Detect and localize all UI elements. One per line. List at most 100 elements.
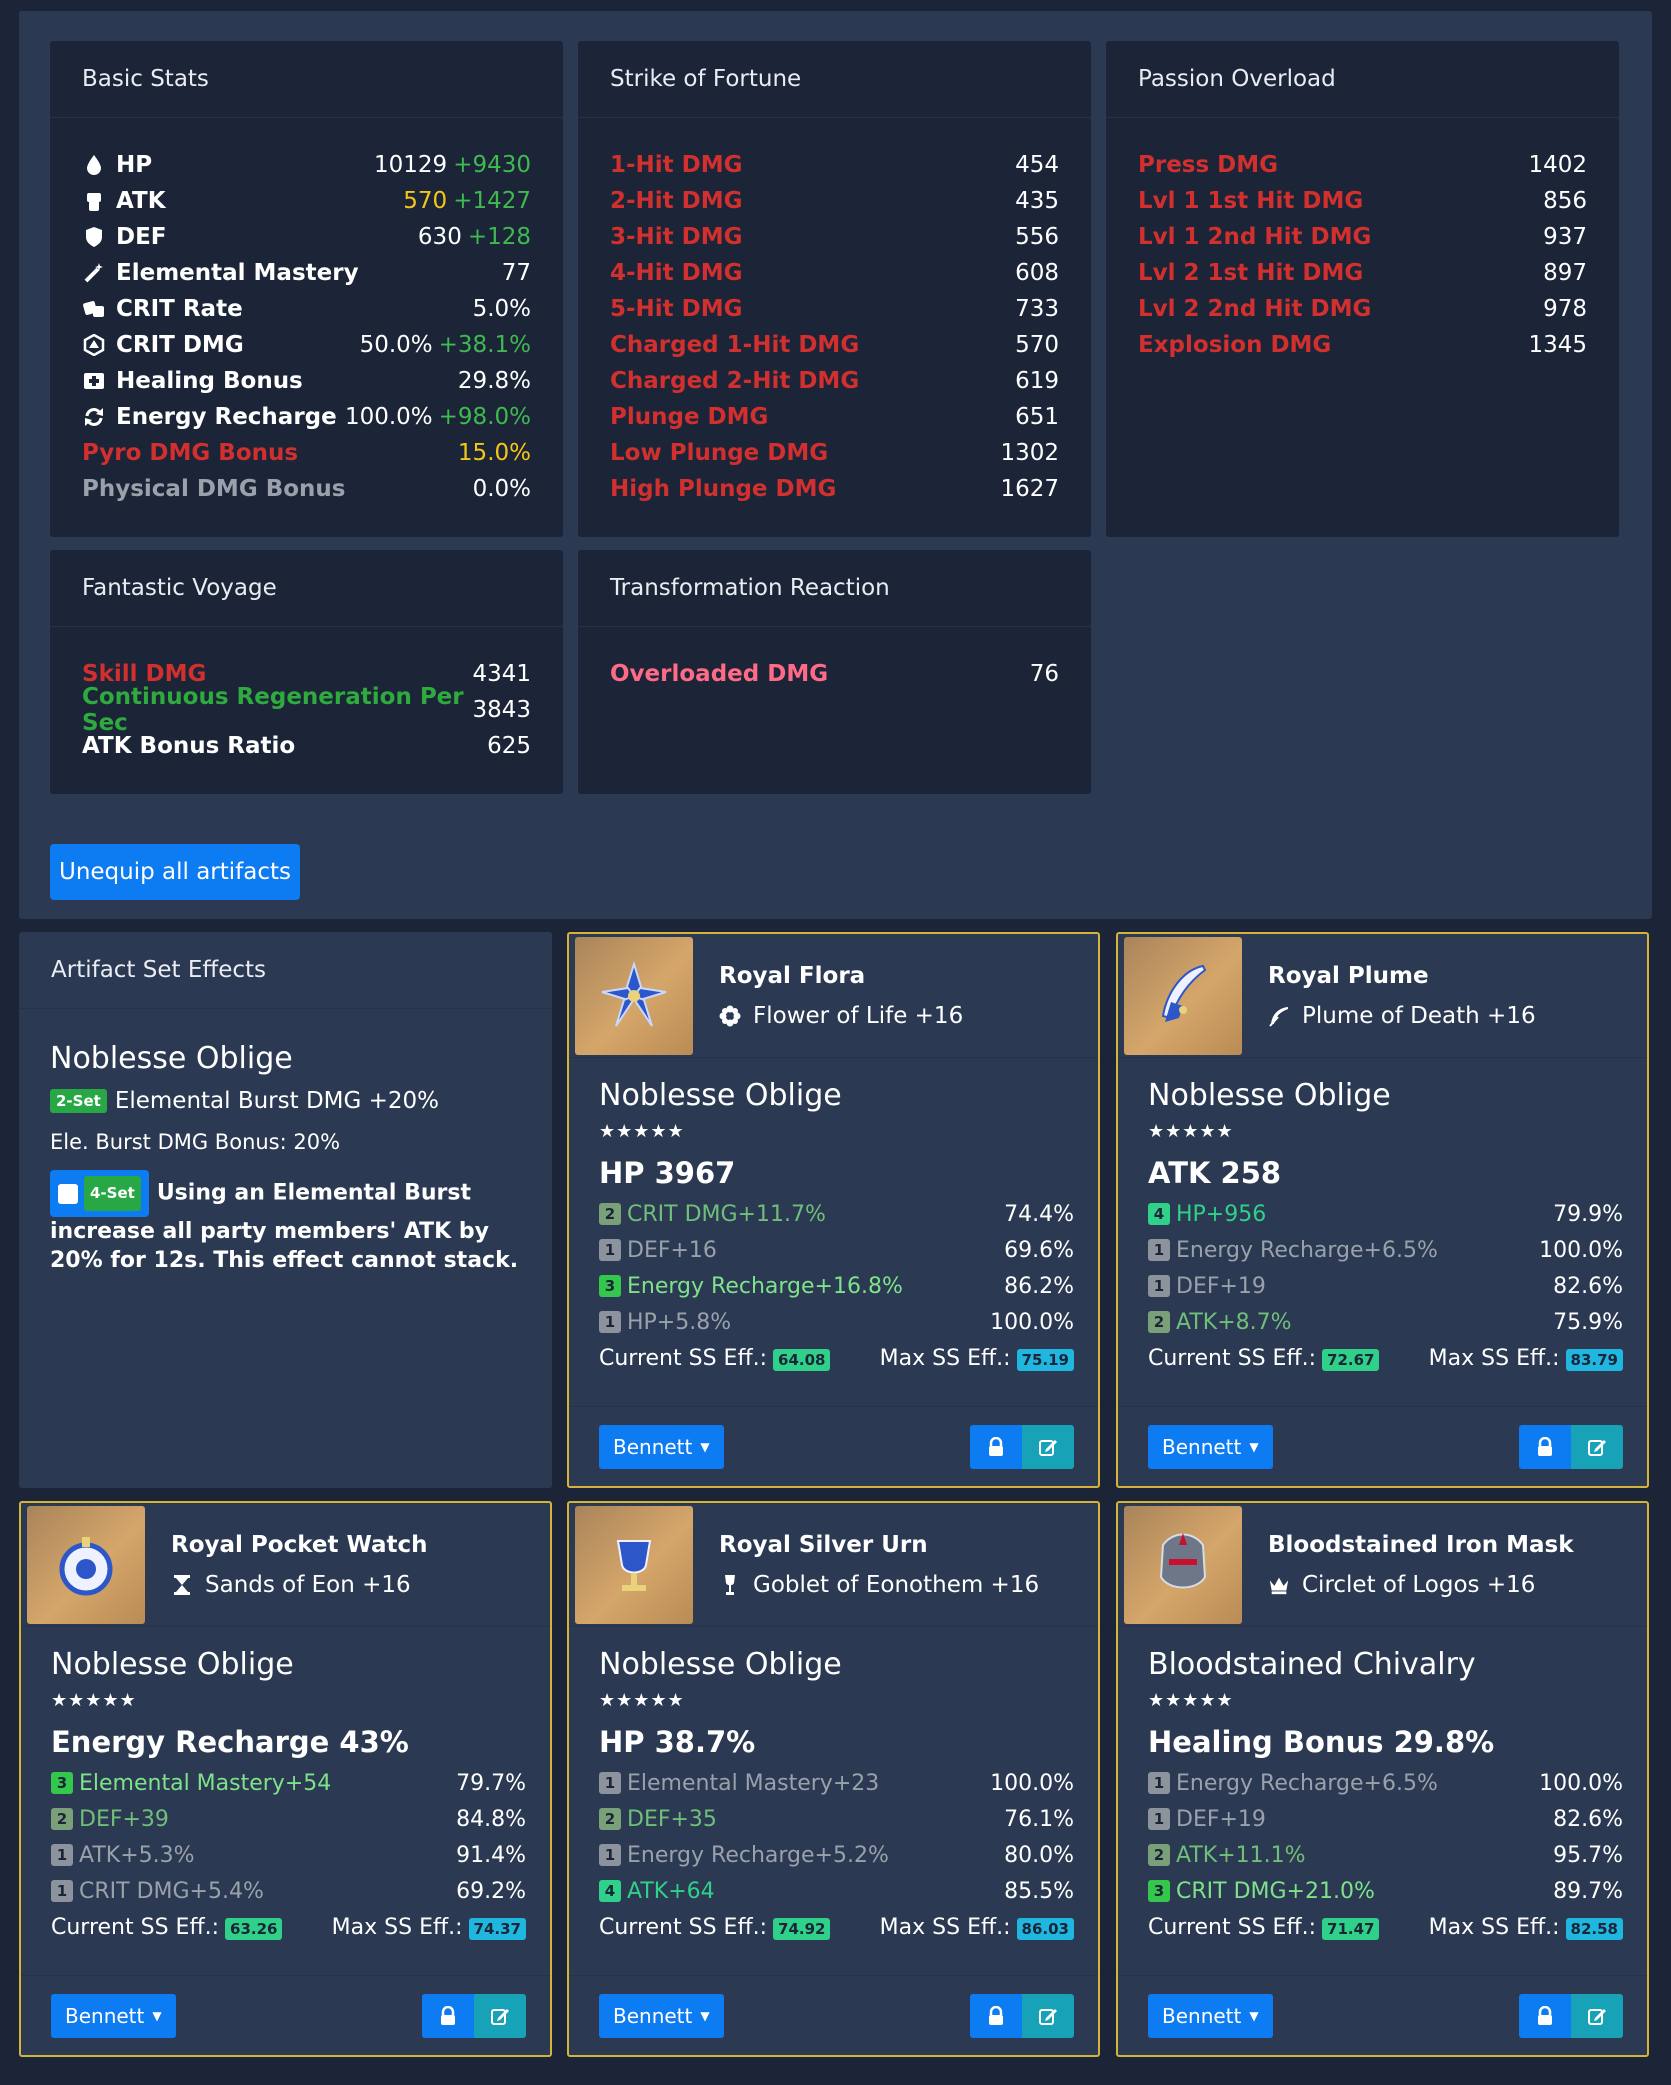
equip-character-dropdown[interactable]: Bennett ▼	[1148, 1424, 1273, 1469]
current-eff-badge: 74.92	[773, 1917, 831, 1940]
current-eff-badge: 71.47	[1322, 1917, 1380, 1940]
d20-icon	[82, 333, 106, 357]
dmg-label: 5-Hit DMG	[610, 296, 743, 322]
card-title: Basic Stats	[50, 41, 563, 118]
substat-pct: 100.0%	[990, 1770, 1074, 1796]
stat-row-crit-rate: CRIT Rate 5.0%	[82, 291, 531, 327]
dice-icon	[82, 297, 106, 321]
stat-label: ATK	[116, 188, 166, 214]
dmg-value: 625	[487, 733, 531, 759]
substat-row: 1 Energy Recharge+6.5% 100.0%	[1148, 1765, 1623, 1801]
substat-row: 3 CRIT DMG+21.0% 89.7%	[1148, 1873, 1623, 1909]
edit-button[interactable]	[1022, 1993, 1074, 2038]
substat-pct: 76.1%	[1004, 1806, 1074, 1832]
substat-row: 1 DEF+19 82.6%	[1148, 1268, 1623, 1304]
lock-button[interactable]	[970, 1424, 1022, 1469]
dmg-row: Lvl 1 2nd Hit DMG 937	[1138, 219, 1587, 255]
current-eff-badge: 72.67	[1322, 1348, 1380, 1371]
dmg-label: ATK Bonus Ratio	[82, 733, 296, 759]
lock-button[interactable]	[422, 1993, 474, 2038]
substat-text: Energy Recharge+16.8%	[627, 1273, 903, 1299]
edit-button[interactable]	[1571, 1424, 1623, 1469]
substat-pct: 95.7%	[1553, 1842, 1623, 1868]
roll-count: 3	[51, 1772, 73, 1794]
current-eff-label: Current SS Eff.:	[599, 1914, 768, 1940]
dmg-row: Press DMG 1402	[1138, 147, 1587, 183]
fantastic-voyage-card: Fantastic Voyage Skill DMG 4341 Continuou…	[50, 550, 563, 794]
artifact-slot: Goblet of Eonothem +16	[753, 1571, 1040, 1598]
artifact-set-name: Noblesse Oblige	[1148, 1078, 1391, 1113]
four-set-toggle[interactable]: 4-Set	[50, 1170, 149, 1217]
dmg-value: 619	[1015, 368, 1059, 394]
dmg-label: Explosion DMG	[1138, 332, 1332, 358]
efficiency-row: Current SS Eff.: 71.47 Max SS Eff.: 82.58	[1148, 1909, 1623, 1945]
artifact-set-name: Bloodstained Chivalry	[1148, 1647, 1476, 1682]
edit-button[interactable]	[474, 1993, 526, 2038]
max-eff-label: Max SS Eff.:	[1428, 1345, 1560, 1371]
goblet-icon	[719, 1574, 741, 1596]
artifact-name: Bloodstained Iron Mask	[1268, 1531, 1574, 1558]
dmg-value: 76	[1029, 661, 1059, 687]
substat-pct: 100.0%	[990, 1309, 1074, 1335]
artifact-set-name: Noblesse Oblige	[51, 1647, 294, 1682]
artifact-name: Royal Plume	[1268, 962, 1429, 989]
owner-name: Bennett	[613, 1434, 693, 1459]
edit-button[interactable]	[1571, 1993, 1623, 2038]
lock-icon	[989, 1436, 1003, 1456]
equip-character-dropdown[interactable]: Bennett ▼	[599, 1424, 724, 1469]
equip-character-dropdown[interactable]: Bennett ▼	[51, 1993, 176, 2038]
equip-character-dropdown[interactable]: Bennett ▼	[599, 1993, 724, 2038]
card-title: Transformation Reaction	[578, 550, 1091, 627]
caret-down-icon: ▼	[1249, 1439, 1259, 1454]
substat-text: CRIT DMG+21.0%	[1176, 1878, 1375, 1904]
efficiency-row: Current SS Eff.: 74.92 Max SS Eff.: 86.03	[599, 1909, 1074, 1945]
wand-icon	[82, 261, 106, 285]
dmg-value: 3843	[472, 697, 531, 723]
substat-row: 2 ATK+8.7% 75.9%	[1148, 1304, 1623, 1340]
dmg-row: 4-Hit DMG 608	[610, 255, 1059, 291]
stat-value: 15.0%	[457, 440, 531, 466]
stat-row-def: DEF 630 +128	[82, 219, 531, 255]
lock-button[interactable]	[970, 1993, 1022, 2038]
equip-character-dropdown[interactable]: Bennett ▼	[1148, 1993, 1273, 2038]
artifact-name: Royal Flora	[719, 962, 866, 989]
substat-row: 1 HP+5.8% 100.0%	[599, 1304, 1074, 1340]
substat-row: 4 ATK+64 85.5%	[599, 1873, 1074, 1909]
sync-icon	[82, 405, 106, 429]
roll-count: 4	[599, 1880, 621, 1902]
dmg-row: Lvl 2 2nd Hit DMG 978	[1138, 291, 1587, 327]
edit-icon	[491, 2008, 509, 2025]
dmg-label: Charged 2-Hit DMG	[610, 368, 860, 394]
roll-count: 1	[51, 1844, 73, 1866]
substat-text: Energy Recharge+6.5%	[1176, 1770, 1438, 1796]
stat-label: Pyro DMG Bonus	[82, 440, 299, 466]
owner-name: Bennett	[1162, 1434, 1242, 1459]
efficiency-row: Current SS Eff.: 63.26 Max SS Eff.: 74.37	[51, 1909, 526, 1945]
roll-count: 1	[51, 1880, 73, 1902]
dmg-label: Lvl 2 1st Hit DMG	[1138, 260, 1364, 286]
stat-bonus: +128	[467, 224, 531, 250]
roll-count: 3	[1148, 1880, 1170, 1902]
stat-row-hp: HP 10129 +9430	[82, 147, 531, 183]
substat-row: 1 Energy Recharge+5.2% 80.0%	[599, 1837, 1074, 1873]
substat-row: 2 ATK+11.1% 95.7%	[1148, 1837, 1623, 1873]
efficiency-row: Current SS Eff.: 64.08 Max SS Eff.: 75.19	[599, 1340, 1074, 1376]
dmg-value: 937	[1543, 224, 1587, 250]
dmg-row: Charged 1-Hit DMG 570	[610, 327, 1059, 363]
substat-pct: 79.9%	[1553, 1201, 1623, 1227]
lock-button[interactable]	[1519, 1993, 1571, 2038]
dmg-value: 454	[1015, 152, 1059, 178]
edit-button[interactable]	[1022, 1424, 1074, 1469]
artifact-card-flower: Royal Flora Flower of Life +16 Noblesse …	[567, 932, 1100, 1488]
artifact-image	[27, 1505, 145, 1624]
dmg-row: 1-Hit DMG 454	[610, 147, 1059, 183]
checkbox-icon[interactable]	[58, 1183, 78, 1204]
lock-button[interactable]	[1519, 1424, 1571, 1469]
dmg-label: 3-Hit DMG	[610, 224, 743, 250]
feather-icon	[1268, 1005, 1290, 1027]
unequip-all-button[interactable]: Unequip all artifacts	[50, 844, 300, 900]
dmg-row: 2-Hit DMG 435	[610, 183, 1059, 219]
lock-icon	[989, 2005, 1003, 2025]
dmg-label: Lvl 2 2nd Hit DMG	[1138, 296, 1372, 322]
main-stat: HP 38.7%	[599, 1725, 756, 1759]
